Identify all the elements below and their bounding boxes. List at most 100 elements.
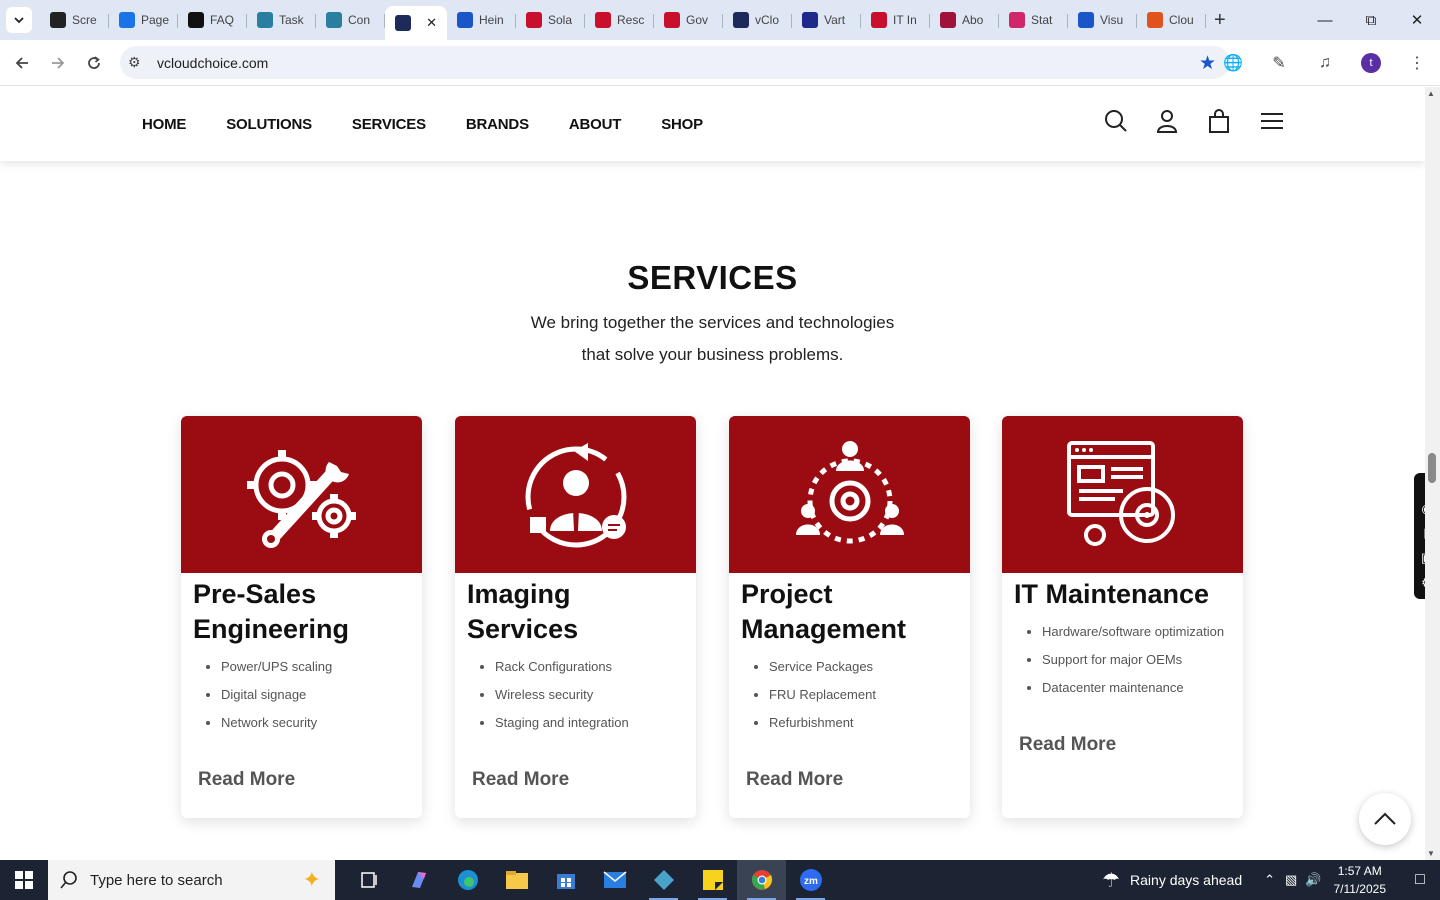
read-more-link[interactable]: Read More <box>1002 734 1243 756</box>
close-window-icon[interactable]: ✕ <box>1394 0 1440 40</box>
nav-link-about[interactable]: ABOUT <box>569 116 622 133</box>
browser-tab[interactable]: Clou <box>1137 4 1206 36</box>
nav-link-brands[interactable]: BRANDS <box>466 116 529 133</box>
notifications-icon[interactable]: □ <box>1400 871 1440 889</box>
shopping-bag-icon[interactable] <box>1208 109 1260 133</box>
subtitle-line-1: We bring together the services and techn… <box>530 313 895 332</box>
hamburger-menu-icon[interactable] <box>1260 109 1312 133</box>
browser-tab[interactable]: Hein <box>447 4 516 36</box>
read-more-link[interactable]: Read More <box>455 769 696 791</box>
browser-tab[interactable]: Con <box>316 4 385 36</box>
browser-tab[interactable]: Gov <box>654 4 723 36</box>
service-card: Imaging Services Rack Configurations Wir… <box>455 416 696 818</box>
show-hidden-icons-chevron-icon[interactable]: ⌃ <box>1264 872 1275 888</box>
read-more-link[interactable]: Read More <box>181 769 422 791</box>
search-icon[interactable] <box>1104 109 1156 133</box>
browser-tab[interactable]: Sola <box>516 4 585 36</box>
taskbar-search-box[interactable]: Type here to search ✦ <box>48 860 335 900</box>
microsoft-store-icon[interactable] <box>541 860 590 900</box>
chrome-browser-icon[interactable] <box>737 860 786 900</box>
tab-favicon-icon <box>1147 12 1163 28</box>
browser-tab[interactable]: vClo <box>723 4 792 36</box>
clock[interactable]: 1:57 AM 7/11/2025 <box>1334 862 1387 898</box>
edge-browser-icon[interactable] <box>443 860 492 900</box>
tab-favicon-icon <box>326 12 342 28</box>
tab-label: Visu <box>1100 13 1124 27</box>
sticky-notes-icon[interactable] <box>688 860 737 900</box>
forward-button[interactable] <box>40 45 76 81</box>
close-tab-icon[interactable]: ✕ <box>426 15 437 31</box>
service-card: IT Maintenance Hardware/software optimiz… <box>1002 416 1243 818</box>
scroll-up-icon[interactable]: ▲ <box>1427 89 1435 98</box>
subtitle-line-2: that solve your business problems. <box>581 345 844 364</box>
browser-tab[interactable]: Task <box>247 4 316 36</box>
translate-icon[interactable]: 🌐 <box>1210 53 1256 73</box>
svg-text:zm: zm <box>804 876 818 887</box>
nav-link-shop[interactable]: SHOP <box>661 116 703 133</box>
section-title: SERVICES <box>627 259 798 296</box>
tab-favicon-icon <box>595 12 611 28</box>
url-text[interactable]: vcloudchoice.com <box>157 55 268 71</box>
browser-tab[interactable]: IT In <box>861 4 930 36</box>
browser-tab[interactable]: Abo <box>930 4 999 36</box>
nav-link-home[interactable]: HOME <box>142 116 186 133</box>
card-hero <box>181 416 422 573</box>
browser-tab[interactable]: Vart <box>792 4 861 36</box>
tab-label: Resc <box>617 13 645 27</box>
site-info-icon[interactable]: ⚙ <box>128 54 148 71</box>
umbrella-icon: ☂ <box>1102 869 1121 892</box>
reload-icon <box>88 55 100 69</box>
scroll-down-icon[interactable]: ▼ <box>1427 849 1435 858</box>
profile-avatar[interactable]: t <box>1361 53 1381 73</box>
browser-tab[interactable]: Resc <box>585 4 654 36</box>
tab-favicon-icon <box>1078 12 1094 28</box>
page-scrollbar[interactable]: ▲ ▼ <box>1425 87 1440 860</box>
browser-tab[interactable]: FAQ <box>178 4 247 36</box>
tab-favicon-icon <box>1009 12 1025 28</box>
tab-label: vClo <box>755 13 780 27</box>
copilot-sparkle-icon: ✦ <box>302 867 321 892</box>
card-hero <box>455 416 696 573</box>
tab-active[interactable]: ✕ <box>385 6 447 40</box>
browser-tab[interactable]: Visu <box>1068 4 1137 36</box>
new-tab-button[interactable]: + <box>1214 9 1226 32</box>
tab-favicon-icon <box>119 12 135 28</box>
nav-link-solutions[interactable]: SOLUTIONS <box>226 116 312 133</box>
browser-tab[interactable]: Scre <box>40 4 109 36</box>
browser-tab[interactable]: Page <box>109 4 178 36</box>
minimize-icon[interactable]: — <box>1302 0 1348 40</box>
tab-label: Hein <box>479 13 504 27</box>
reload-button[interactable] <box>76 45 112 81</box>
search-icon <box>60 871 77 889</box>
tab-label: Task <box>279 13 304 27</box>
mail-icon[interactable] <box>590 860 639 900</box>
list-item: Service Packages <box>769 653 970 681</box>
weather-widget[interactable]: ☂ Rainy days ahead <box>1102 868 1242 893</box>
browser-menu-icon[interactable]: ⋮ <box>1394 53 1440 73</box>
media-control-icon[interactable]: ♫ <box>1302 54 1348 72</box>
extensions-icon[interactable]: ✎ <box>1256 53 1302 73</box>
scrollbar-thumb[interactable] <box>1428 453 1436 483</box>
copilot-icon[interactable] <box>394 860 443 900</box>
address-bar[interactable]: ⚙ vcloudchoice.com ★ <box>120 46 1230 79</box>
maximize-icon[interactable]: ⧉ <box>1348 0 1394 40</box>
nav-link-services[interactable]: SERVICES <box>352 116 426 133</box>
app-diamond-icon[interactable] <box>639 860 688 900</box>
tab-label: Stat <box>1031 13 1053 27</box>
list-item: Digital signage <box>221 681 422 709</box>
tab-label: Clou <box>1169 13 1194 27</box>
user-account-icon[interactable] <box>1156 109 1208 133</box>
network-icon[interactable]: ▧ <box>1285 872 1297 888</box>
back-button[interactable] <box>4 45 40 81</box>
tab-search-button[interactable] <box>6 7 32 33</box>
read-more-link[interactable]: Read More <box>729 769 970 791</box>
scroll-to-top-button[interactable] <box>1359 793 1411 845</box>
zoom-app-icon[interactable]: zm <box>786 860 835 900</box>
start-button[interactable] <box>0 860 48 900</box>
list-item: Network security <box>221 709 422 737</box>
volume-icon[interactable]: 🔊 <box>1305 872 1321 888</box>
task-view-icon[interactable] <box>345 860 394 900</box>
browser-tab[interactable]: Stat <box>999 4 1068 36</box>
file-explorer-icon[interactable] <box>492 860 541 900</box>
tab-favicon-icon <box>871 12 887 28</box>
